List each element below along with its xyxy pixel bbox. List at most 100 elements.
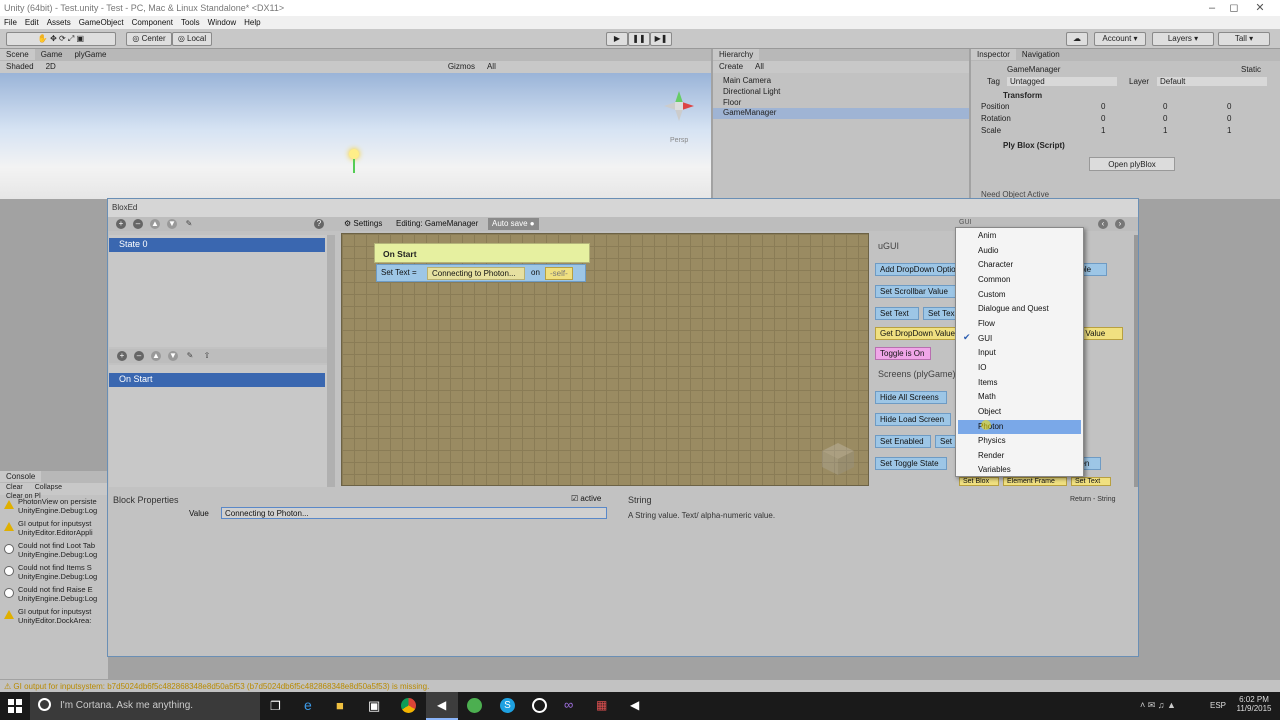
dropdown-item[interactable]: IO bbox=[956, 361, 1083, 375]
move-down-icon[interactable]: ▼ bbox=[167, 219, 177, 229]
palette-block[interactable]: Set Blox bbox=[959, 477, 999, 486]
dropdown-item[interactable]: Flow bbox=[956, 317, 1083, 331]
scene-search[interactable]: All bbox=[481, 61, 502, 72]
target-field[interactable]: -self- bbox=[545, 267, 573, 280]
palette-block[interactable]: Set Tex bbox=[923, 307, 959, 320]
dropdown-item[interactable]: Physics bbox=[956, 434, 1083, 448]
palette-block[interactable]: Set Toggle State bbox=[875, 457, 947, 470]
unity-icon[interactable]: ◀ bbox=[630, 698, 639, 712]
console-message[interactable]: GI output for inputsyst UnityEditor.Edito… bbox=[0, 519, 108, 539]
tab-hierarchy[interactable]: Hierarchy bbox=[713, 49, 760, 60]
rotation-z[interactable]: 0 bbox=[1227, 114, 1231, 123]
layers-dropdown[interactable]: Layers ▾ bbox=[1152, 32, 1214, 46]
folder-icon[interactable]: ■ bbox=[336, 698, 344, 713]
dropdown-item-highlighted[interactable]: Photon bbox=[958, 420, 1081, 434]
console-collapse-button[interactable]: Collapse bbox=[29, 483, 68, 492]
language-indicator[interactable]: ESP bbox=[1210, 701, 1226, 710]
scene-viewport[interactable]: Persp bbox=[0, 73, 711, 199]
visual-studio-icon[interactable]: ∞ bbox=[564, 697, 573, 712]
event-block-header[interactable]: On Start bbox=[374, 243, 590, 263]
close-button[interactable]: ✕ bbox=[1240, 0, 1280, 16]
light-icon[interactable] bbox=[349, 149, 359, 159]
skype-icon[interactable]: S bbox=[500, 698, 515, 713]
text-value-field[interactable]: Connecting to Photon... bbox=[427, 267, 525, 280]
scale-z[interactable]: 1 bbox=[1227, 126, 1231, 135]
dropdown-item[interactable]: Common bbox=[956, 273, 1083, 287]
menu-assets[interactable]: Assets bbox=[43, 16, 75, 29]
app-icon[interactable] bbox=[532, 698, 547, 713]
script-header[interactable]: Ply Blox (Script) bbox=[1003, 141, 1065, 150]
console-message[interactable]: Could not find Items S UnityEngine.Debug:… bbox=[0, 563, 108, 583]
add-event-icon[interactable]: + bbox=[117, 351, 127, 361]
transform-tools[interactable]: ✋ ✥ ⟳ ⤢ ▣ bbox=[6, 32, 116, 46]
bloxed-titlebar[interactable]: BloxEd bbox=[108, 199, 1138, 217]
cloud-icon[interactable]: ☁ bbox=[1066, 32, 1088, 46]
space-toggle[interactable]: ◎ Local bbox=[172, 32, 212, 46]
orientation-gizmo-icon[interactable] bbox=[662, 89, 696, 123]
palette-block[interactable]: Set Enabled bbox=[875, 435, 931, 448]
shading-dropdown[interactable]: Shaded bbox=[0, 61, 40, 72]
edit-icon[interactable]: ✎ bbox=[185, 351, 195, 361]
dropdown-item[interactable]: Dialogue and Quest bbox=[956, 302, 1083, 316]
scale-y[interactable]: 1 bbox=[1163, 126, 1167, 135]
menu-component[interactable]: Component bbox=[128, 16, 177, 29]
layer-dropdown[interactable]: Default bbox=[1157, 77, 1267, 86]
hierarchy-item[interactable]: Main Camera bbox=[723, 76, 771, 85]
tab-console[interactable]: Console bbox=[0, 471, 42, 482]
dropdown-item[interactable]: Items bbox=[956, 376, 1083, 390]
menu-help[interactable]: Help bbox=[240, 16, 264, 29]
chrome-icon[interactable] bbox=[401, 698, 416, 713]
menu-window[interactable]: Window bbox=[204, 16, 240, 29]
dropdown-item[interactable]: Object bbox=[956, 405, 1083, 419]
object-name[interactable]: GameManager bbox=[1007, 65, 1060, 74]
dropdown-item[interactable]: Audio bbox=[956, 244, 1083, 258]
create-dropdown[interactable]: Create bbox=[713, 61, 749, 72]
position-x[interactable]: 0 bbox=[1101, 102, 1105, 111]
console-message[interactable]: PhotonView on persiste UnityEngine.Debug:… bbox=[0, 497, 108, 517]
palette-block[interactable]: Set Text bbox=[1071, 477, 1111, 486]
event-item-selected[interactable]: On Start bbox=[109, 373, 325, 387]
console-message[interactable]: Could not find Loot Tab UnityEngine.Debug… bbox=[0, 541, 108, 561]
remove-event-icon[interactable]: – bbox=[134, 351, 144, 361]
tab-scene[interactable]: Scene bbox=[0, 49, 35, 60]
tab-plygame[interactable]: plyGame bbox=[68, 49, 112, 60]
hierarchy-search[interactable]: All bbox=[749, 61, 770, 72]
export-icon[interactable]: ⇧ bbox=[202, 351, 212, 361]
menu-edit[interactable]: Edit bbox=[21, 16, 43, 29]
menu-tools[interactable]: Tools bbox=[177, 16, 204, 29]
rotation-y[interactable]: 0 bbox=[1163, 114, 1167, 123]
store-icon[interactable]: ▣ bbox=[368, 698, 380, 714]
layout-dropdown[interactable]: Tall ▾ bbox=[1218, 32, 1270, 46]
cortana-search[interactable]: I'm Cortana. Ask me anything. bbox=[30, 692, 260, 720]
unity-taskbar-icon[interactable]: ◀ bbox=[426, 692, 458, 720]
edit-icon[interactable]: ✎ bbox=[184, 219, 194, 229]
hierarchy-item-selected[interactable]: GameManager bbox=[713, 108, 969, 119]
account-dropdown[interactable]: Account ▾ bbox=[1094, 32, 1146, 46]
move-up-icon[interactable]: ▲ bbox=[151, 351, 161, 361]
static-checkbox[interactable]: Static bbox=[1241, 65, 1261, 74]
tab-inspector[interactable]: Inspector bbox=[971, 49, 1016, 60]
tab-navigation[interactable]: Navigation bbox=[1016, 49, 1066, 60]
rotation-x[interactable]: 0 bbox=[1101, 114, 1105, 123]
move-down-icon[interactable]: ▼ bbox=[168, 351, 178, 361]
palette-block[interactable]: Set Scrollbar Value bbox=[875, 285, 959, 298]
palette-block[interactable]: Element Frame bbox=[1003, 477, 1067, 486]
menu-file[interactable]: File bbox=[0, 16, 21, 29]
palette-block[interactable]: Get DropDown Value bbox=[875, 327, 959, 340]
dropdown-item[interactable]: Render bbox=[956, 449, 1083, 463]
transform-header[interactable]: Transform bbox=[1003, 91, 1042, 100]
scale-x[interactable]: 1 bbox=[1101, 126, 1105, 135]
step-icon[interactable]: ▶❚ bbox=[650, 32, 672, 46]
position-z[interactable]: 0 bbox=[1227, 102, 1231, 111]
add-state-icon[interactable]: + bbox=[116, 219, 126, 229]
tab-game[interactable]: Game bbox=[35, 49, 69, 60]
palette-block[interactable]: Add DropDown Optio bbox=[875, 263, 959, 276]
hierarchy-item[interactable]: Directional Light bbox=[723, 87, 780, 96]
console-message[interactable]: Could not find Raise E UnityEngine.Debug:… bbox=[0, 585, 108, 605]
dropdown-item[interactable]: Custom bbox=[956, 288, 1083, 302]
palette-scrollbar[interactable] bbox=[1134, 235, 1138, 487]
set-text-block[interactable]: Set Text = Connecting to Photon... on -s… bbox=[376, 264, 586, 282]
open-plyblox-button[interactable]: Open plyBlox bbox=[1089, 157, 1175, 171]
pause-icon[interactable]: ❚❚ bbox=[628, 32, 650, 46]
state-item-selected[interactable]: State 0 bbox=[109, 238, 325, 252]
